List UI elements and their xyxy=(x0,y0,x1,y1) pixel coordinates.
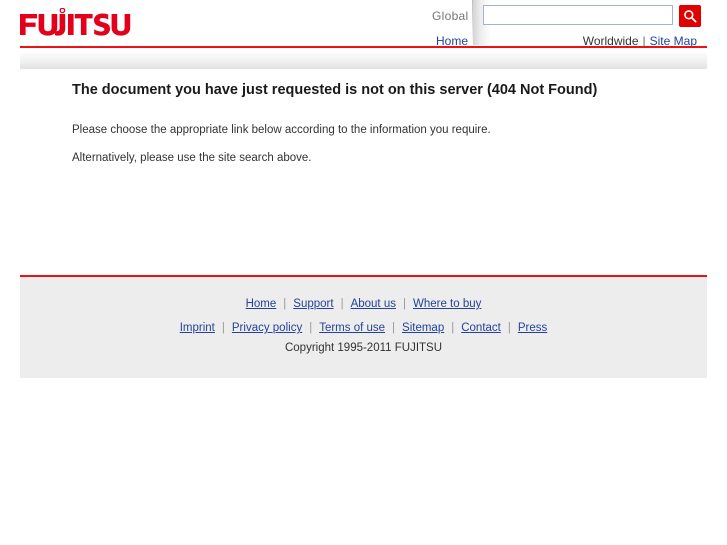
search-button[interactable] xyxy=(679,5,702,27)
footer-separator: | xyxy=(402,298,406,310)
site-header: Global Home Worldwide | Site Map xyxy=(0,0,727,69)
footer-link-support[interactable]: Support xyxy=(293,298,333,310)
footer-links-secondary: Imprint | Privacy policy | Terms of use | Site… xyxy=(20,316,707,340)
page-root: Global Home Worldwide | Site Map The doc… xyxy=(0,0,727,545)
footer-link-contact[interactable]: Contact xyxy=(461,322,501,334)
footer-separator: | xyxy=(221,322,225,334)
main-content: The document you have just requested is … xyxy=(0,80,727,178)
footer-separator: | xyxy=(309,322,313,334)
search-input[interactable] xyxy=(483,5,673,25)
site-search xyxy=(483,5,702,27)
header-red-rule xyxy=(20,46,707,48)
footer-link-imprint[interactable]: Imprint xyxy=(180,322,215,334)
header-utility-area: Global Home Worldwide | Site Map xyxy=(420,0,710,52)
footer-link-terms-of-use[interactable]: Terms of use xyxy=(319,322,385,334)
footer-separator: | xyxy=(283,298,287,310)
footer-link-about-us[interactable]: About us xyxy=(351,298,396,310)
footer-link-privacy-policy[interactable]: Privacy policy xyxy=(232,322,302,334)
footer-link-home[interactable]: Home xyxy=(246,298,277,310)
footer-link-where-to-buy[interactable]: Where to buy xyxy=(413,298,481,310)
footer-separator: | xyxy=(451,322,455,334)
footer-body: Home | Support | About us | Where to buy Impri… xyxy=(20,277,707,378)
footer-separator: | xyxy=(392,322,396,334)
page-title: The document you have just requested is … xyxy=(72,82,598,98)
header-gray-bar xyxy=(20,53,707,69)
footer-separator: | xyxy=(507,322,511,334)
footer-link-press[interactable]: Press xyxy=(518,322,547,334)
body-paragraph-2: Alternatively, please use the site searc… xyxy=(72,152,312,164)
copyright-notice: Copyright 1995-2011 FUJITSU xyxy=(284,342,443,354)
footer-separator: | xyxy=(340,298,344,310)
body-paragraph-1: Please choose the appropriate link below… xyxy=(72,124,491,136)
site-footer: Home | Support | About us | Where to buy Impri… xyxy=(20,275,707,378)
body-copy: Please choose the appropriate link below… xyxy=(0,100,727,166)
footer-links-primary: Home | Support | About us | Where to buy xyxy=(20,292,707,316)
fujitsu-logo[interactable] xyxy=(18,8,138,38)
region-label: Global xyxy=(432,9,469,23)
footer-link-sitemap[interactable]: Sitemap xyxy=(402,322,444,334)
